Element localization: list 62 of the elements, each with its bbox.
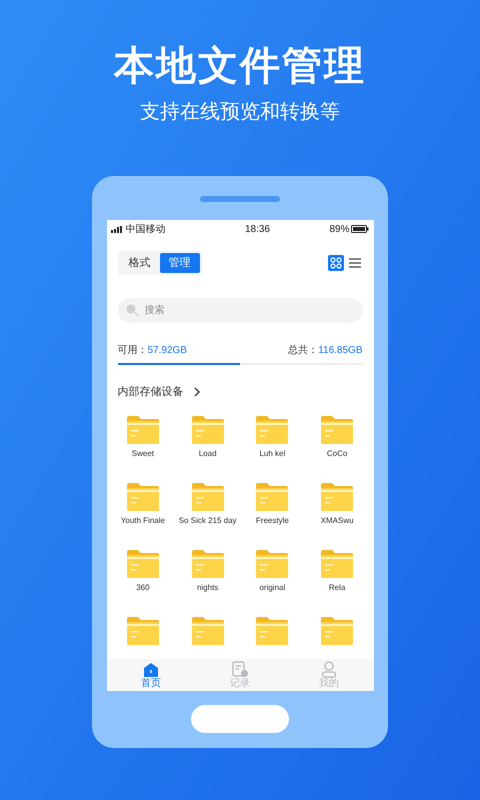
total-storage: 总共：116.85GB xyxy=(288,344,362,358)
subheadline: 支持在线预览和转换等 xyxy=(140,100,340,125)
folder-item[interactable]: Sweet xyxy=(110,414,176,474)
folder-item[interactable]: CoCo xyxy=(304,414,370,474)
search-icon xyxy=(124,303,138,317)
folder-icon xyxy=(126,548,160,578)
folder-icon xyxy=(126,616,160,646)
folder-name: Freestyle xyxy=(254,514,290,526)
search-field[interactable]: 搜索 xyxy=(118,298,362,323)
clock-time: 18:36 xyxy=(244,222,270,236)
battery-percent: 89% xyxy=(329,222,350,236)
folder-item[interactable]: Rela xyxy=(304,548,370,608)
document-icon xyxy=(232,661,248,678)
segment-tab[interactable]: 管理 xyxy=(160,253,200,273)
folder-icon xyxy=(320,616,354,646)
menu-icon xyxy=(348,258,360,268)
folder-item[interactable]: original xyxy=(240,548,305,608)
folder-name: Rela xyxy=(328,582,346,592)
grid-view-button[interactable] xyxy=(328,255,344,271)
folder-item[interactable]: Luh kel xyxy=(240,414,305,474)
folder-item[interactable]: Freestyle xyxy=(240,482,305,540)
headline: 本地文件管理 xyxy=(114,43,366,90)
available-storage: 可用：57.92GB xyxy=(118,344,187,358)
folder-icon xyxy=(255,482,290,512)
folder-name: original xyxy=(258,582,286,592)
carrier-name: 中国移动 xyxy=(126,222,166,236)
folder-item[interactable]: XMASwu xyxy=(304,482,370,540)
folder-icon xyxy=(190,482,225,512)
segment-tab[interactable]: 格式 xyxy=(120,253,160,273)
folder-icon xyxy=(126,414,160,444)
folder-name: XMASwu xyxy=(320,514,355,526)
signal-icon xyxy=(110,226,122,232)
folder-icon xyxy=(190,616,225,646)
folder-item[interactable]: Youth Finale xyxy=(110,482,176,540)
folder-icon xyxy=(255,548,290,578)
folder-name: Youth Finale xyxy=(120,514,166,526)
folder-item[interactable]: So Sick 215 day xyxy=(175,482,240,540)
folder-item[interactable]: nights xyxy=(175,548,240,608)
battery-icon xyxy=(351,225,370,233)
folder-name: nights xyxy=(196,582,220,592)
folder-icon xyxy=(320,548,354,578)
folder-icon xyxy=(255,414,290,444)
folder-name: CoCo xyxy=(326,448,348,458)
folder-icon xyxy=(190,414,225,444)
folder-item[interactable]: 360 xyxy=(110,548,176,608)
user-icon xyxy=(321,661,337,678)
folder-name: Sweet xyxy=(130,448,155,458)
folder-icon xyxy=(320,482,354,512)
section-title: 内部存储设备 xyxy=(118,384,184,400)
folder-name: 360 xyxy=(135,582,151,592)
home-icon xyxy=(143,662,159,678)
grid-icon xyxy=(330,257,342,269)
folder-icon xyxy=(126,482,160,512)
folder-icon xyxy=(255,616,290,646)
folder-name: Load xyxy=(198,448,218,458)
folder-item[interactable]: Load xyxy=(175,414,240,474)
folder-name: So Sick 215 day xyxy=(178,514,237,526)
chevron-right-icon[interactable] xyxy=(194,387,200,398)
folder-name: Luh kel xyxy=(258,448,286,458)
folder-icon xyxy=(190,548,225,578)
folder-icon xyxy=(320,414,354,444)
tab-bar-item[interactable]: 首页 xyxy=(121,662,181,688)
